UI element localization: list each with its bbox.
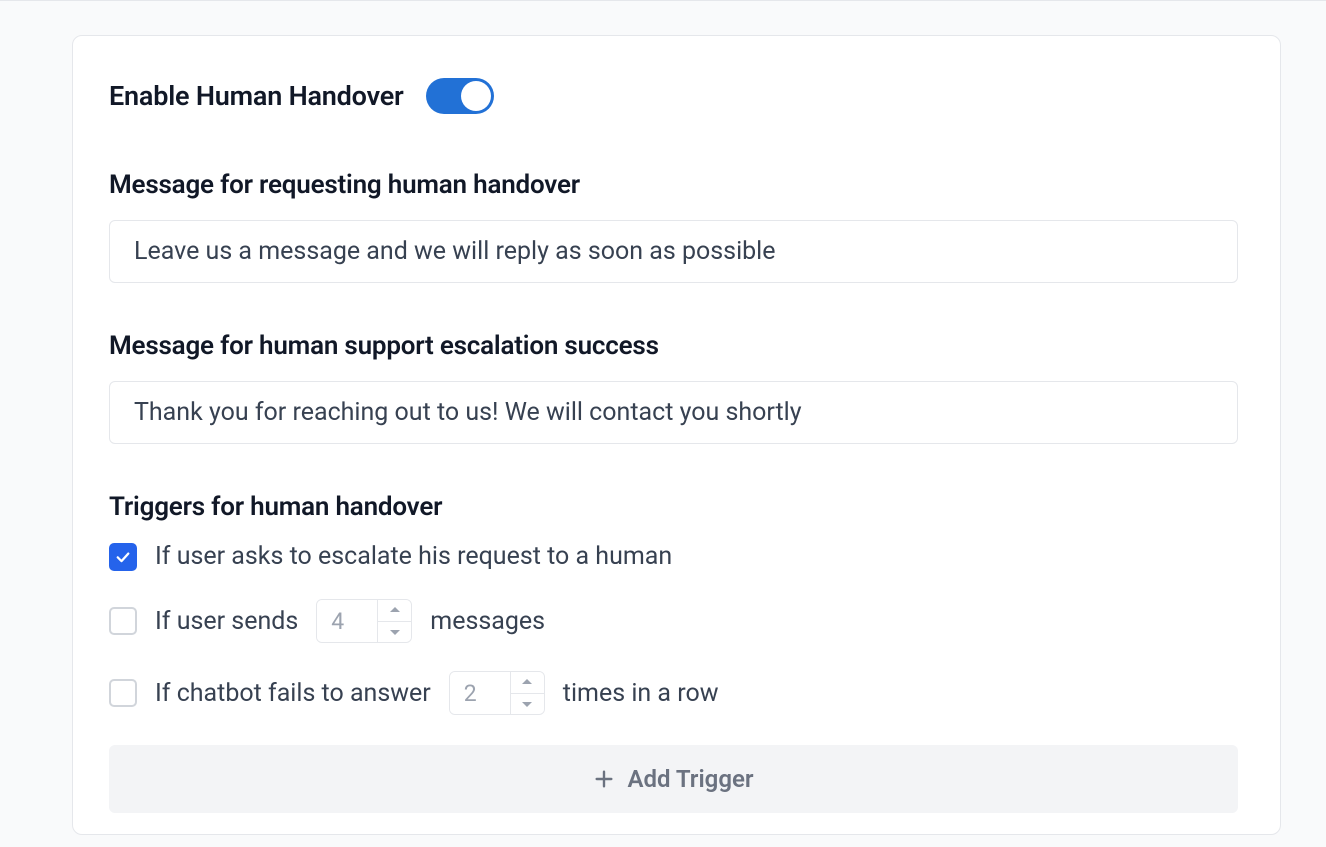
- step-down-button[interactable]: [378, 622, 411, 643]
- messages-count-input[interactable]: [317, 600, 377, 642]
- chevron-up-icon: [389, 606, 401, 614]
- enable-handover-row: Enable Human Handover: [109, 78, 1238, 114]
- check-icon: [114, 548, 132, 566]
- success-message-label: Message for human support escalation suc…: [109, 331, 1238, 361]
- enable-handover-toggle[interactable]: [426, 78, 494, 114]
- triggers-label: Triggers for human handover: [109, 492, 1238, 522]
- add-trigger-button[interactable]: Add Trigger: [109, 745, 1238, 813]
- add-trigger-label: Add Trigger: [627, 765, 753, 793]
- fails-count-input[interactable]: [450, 672, 510, 714]
- toggle-knob: [461, 81, 491, 111]
- trigger-text: messages: [430, 607, 545, 636]
- trigger-text: If user sends: [155, 607, 298, 636]
- stepper-buttons: [510, 672, 544, 714]
- trigger-row: If chatbot fails to answer times in a ro…: [109, 671, 1238, 715]
- number-stepper: [316, 599, 412, 643]
- number-stepper: [449, 671, 545, 715]
- trigger-checkbox-sends[interactable]: [109, 607, 137, 635]
- step-down-button[interactable]: [511, 694, 544, 715]
- success-message-input[interactable]: [109, 381, 1238, 444]
- stepper-buttons: [377, 600, 411, 642]
- chevron-down-icon: [521, 700, 533, 708]
- triggers-section: Triggers for human handover If user asks…: [109, 492, 1238, 813]
- request-message-label: Message for requesting human handover: [109, 170, 1238, 200]
- chevron-down-icon: [389, 628, 401, 636]
- request-message-section: Message for requesting human handover: [109, 170, 1238, 283]
- trigger-row: If user sends messages: [109, 599, 1238, 643]
- trigger-checkbox-fails[interactable]: [109, 679, 137, 707]
- request-message-input[interactable]: [109, 220, 1238, 283]
- trigger-checkbox-escalate[interactable]: [109, 543, 137, 571]
- step-up-button[interactable]: [511, 672, 544, 694]
- trigger-text: If chatbot fails to answer: [155, 679, 431, 708]
- step-up-button[interactable]: [378, 600, 411, 622]
- trigger-row: If user asks to escalate his request to …: [109, 542, 1238, 571]
- handover-settings-card: Enable Human Handover Message for reques…: [72, 35, 1281, 835]
- enable-handover-label: Enable Human Handover: [109, 80, 404, 112]
- success-message-section: Message for human support escalation suc…: [109, 331, 1238, 444]
- trigger-text: times in a row: [563, 679, 719, 708]
- chevron-up-icon: [521, 678, 533, 686]
- trigger-text: If user asks to escalate his request to …: [155, 542, 672, 571]
- plus-icon: [593, 768, 615, 790]
